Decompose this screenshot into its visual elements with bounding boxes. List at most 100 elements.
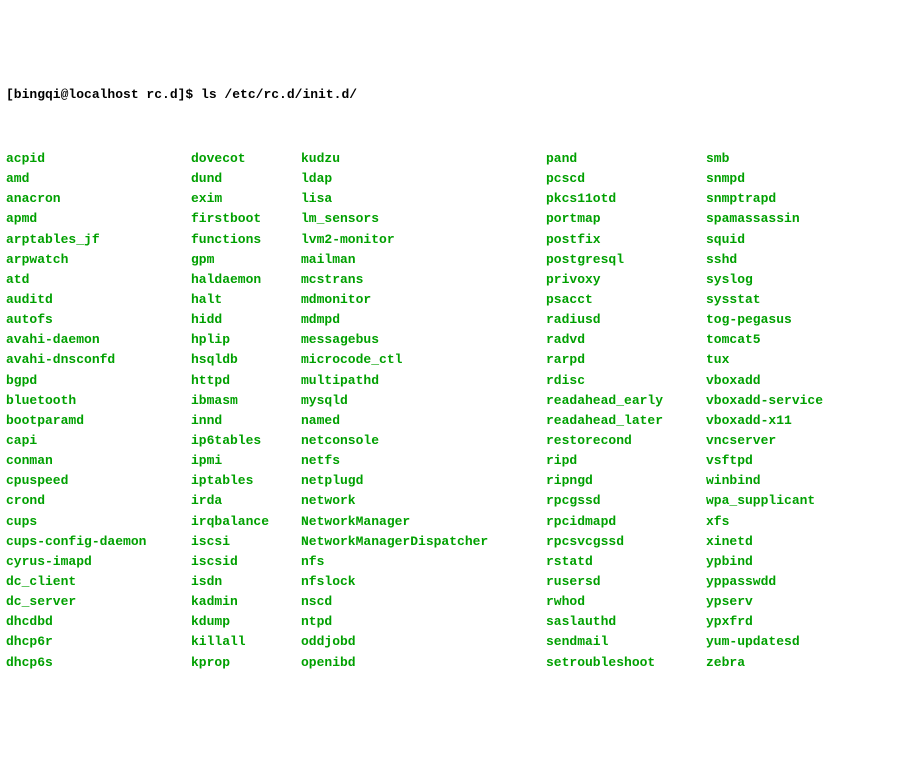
ls-entry: iptables	[191, 471, 301, 491]
ls-entry: irda	[191, 491, 301, 511]
ls-entry: killall	[191, 632, 301, 652]
ls-entry: postgresql	[546, 250, 706, 270]
ls-entry: dhcp6r	[6, 632, 191, 652]
ls-entry: mailman	[301, 250, 546, 270]
ls-entry: cyrus-imapd	[6, 552, 191, 572]
ls-entry: vboxadd	[706, 371, 908, 391]
ls-output: acpidamdanacronapmdarptables_jfarpwatcha…	[6, 149, 908, 673]
ls-entry: microcode_ctl	[301, 350, 546, 370]
ls-entry: iscsid	[191, 552, 301, 572]
ls-entry: httpd	[191, 371, 301, 391]
ls-entry: mcstrans	[301, 270, 546, 290]
ls-entry: squid	[706, 230, 908, 250]
ls-entry: rarpd	[546, 350, 706, 370]
ls-entry: conman	[6, 451, 191, 471]
ls-entry: rusersd	[546, 572, 706, 592]
ls-entry: netplugd	[301, 471, 546, 491]
ls-entry: amd	[6, 169, 191, 189]
ls-entry: oddjobd	[301, 632, 546, 652]
ls-entry: pand	[546, 149, 706, 169]
ls-entry: ipmi	[191, 451, 301, 471]
ls-entry: vncserver	[706, 431, 908, 451]
ls-entry: atd	[6, 270, 191, 290]
ls-entry: dhcdbd	[6, 612, 191, 632]
ls-entry: restorecond	[546, 431, 706, 451]
ls-entry: dund	[191, 169, 301, 189]
ls-entry: iscsi	[191, 532, 301, 552]
ls-entry: messagebus	[301, 330, 546, 350]
ls-entry: sysstat	[706, 290, 908, 310]
ls-entry: readahead_early	[546, 391, 706, 411]
ls-entry: yppasswdd	[706, 572, 908, 592]
ls-entry: hidd	[191, 310, 301, 330]
ls-entry: exim	[191, 189, 301, 209]
ls-entry: dc_server	[6, 592, 191, 612]
ls-entry: cups-config-daemon	[6, 532, 191, 552]
ls-entry: ldap	[301, 169, 546, 189]
ls-entry: sshd	[706, 250, 908, 270]
ls-entry: isdn	[191, 572, 301, 592]
ls-entry: nscd	[301, 592, 546, 612]
ls-entry: yum-updatesd	[706, 632, 908, 652]
ls-entry: avahi-daemon	[6, 330, 191, 350]
ls-entry: pcscd	[546, 169, 706, 189]
ls-entry: rstatd	[546, 552, 706, 572]
ls-entry: nfs	[301, 552, 546, 572]
ls-column-5: smbsnmpdsnmptrapdspamassassinsquidsshdsy…	[706, 149, 908, 673]
ls-entry: capi	[6, 431, 191, 451]
ls-entry: setroubleshoot	[546, 653, 706, 673]
ls-entry: rpcsvcgssd	[546, 532, 706, 552]
ls-entry: dovecot	[191, 149, 301, 169]
ls-entry: saslauthd	[546, 612, 706, 632]
ls-entry: kadmin	[191, 592, 301, 612]
ls-entry: kprop	[191, 653, 301, 673]
ls-entry: tux	[706, 350, 908, 370]
ls-entry: irqbalance	[191, 512, 301, 532]
ls-entry: mdmpd	[301, 310, 546, 330]
ls-entry: multipathd	[301, 371, 546, 391]
ls-entry: crond	[6, 491, 191, 511]
ls-entry: netconsole	[301, 431, 546, 451]
ls-entry: ripngd	[546, 471, 706, 491]
ls-entry: anacron	[6, 189, 191, 209]
ls-entry: hplip	[191, 330, 301, 350]
ls-entry: psacct	[546, 290, 706, 310]
ls-entry: radvd	[546, 330, 706, 350]
ls-entry: netfs	[301, 451, 546, 471]
ls-entry: syslog	[706, 270, 908, 290]
ls-entry: cups	[6, 512, 191, 532]
ls-column-1: acpidamdanacronapmdarptables_jfarpwatcha…	[6, 149, 191, 673]
shell-prompt: [bingqi@localhost rc.d]$ ls /etc/rc.d/in…	[6, 85, 908, 105]
ls-column-2: dovecotdundeximfirstbootfunctionsgpmhald…	[191, 149, 301, 673]
ls-entry: cpuspeed	[6, 471, 191, 491]
ls-entry: zebra	[706, 653, 908, 673]
ls-entry: arptables_jf	[6, 230, 191, 250]
ls-entry: auditd	[6, 290, 191, 310]
ls-entry: sendmail	[546, 632, 706, 652]
ls-entry: dhcp6s	[6, 653, 191, 673]
ls-entry: nfslock	[301, 572, 546, 592]
ls-entry: gpm	[191, 250, 301, 270]
ls-entry: smb	[706, 149, 908, 169]
ls-entry: network	[301, 491, 546, 511]
ls-entry: bootparamd	[6, 411, 191, 431]
ls-entry: autofs	[6, 310, 191, 330]
ls-entry: acpid	[6, 149, 191, 169]
ls-entry: hsqldb	[191, 350, 301, 370]
ls-entry: xinetd	[706, 532, 908, 552]
ls-column-4: pandpcscdpkcs11otdportmappostfixpostgres…	[546, 149, 706, 673]
ls-entry: lvm2-monitor	[301, 230, 546, 250]
ls-entry: ibmasm	[191, 391, 301, 411]
ls-entry: lm_sensors	[301, 209, 546, 229]
ls-entry: halt	[191, 290, 301, 310]
ls-entry: haldaemon	[191, 270, 301, 290]
ls-entry: innd	[191, 411, 301, 431]
ls-entry: rpcidmapd	[546, 512, 706, 532]
ls-entry: rdisc	[546, 371, 706, 391]
ls-entry: arpwatch	[6, 250, 191, 270]
ls-entry: vboxadd-x11	[706, 411, 908, 431]
ls-entry: lisa	[301, 189, 546, 209]
ls-entry: ypxfrd	[706, 612, 908, 632]
ls-entry: spamassassin	[706, 209, 908, 229]
ls-entry: named	[301, 411, 546, 431]
